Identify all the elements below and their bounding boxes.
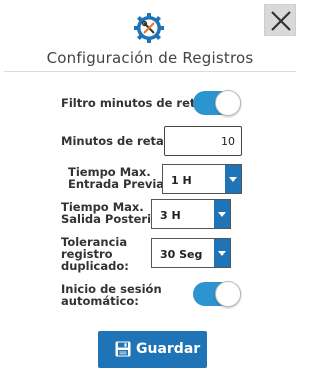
- tolerancia-value: 30 Seg: [160, 248, 203, 261]
- dialog-title: Configuración de Registros: [46, 49, 254, 67]
- close-icon: [271, 11, 291, 31]
- tiempo-entrada-select[interactable]: 1 H: [162, 164, 242, 194]
- gear-with-tools-icon: [134, 13, 164, 43]
- close-button[interactable]: [264, 4, 296, 36]
- toggle-knob: [215, 281, 241, 307]
- tiempo-entrada-label-line2: Entrada Previa :: [68, 177, 173, 191]
- chevron-down-icon: [214, 200, 230, 228]
- save-button[interactable]: Guardar: [98, 331, 207, 368]
- inicio-sesion-label-line2: automático:: [61, 294, 139, 308]
- filtro-minutos-toggle[interactable]: [193, 90, 241, 116]
- chevron-down-icon: [225, 165, 241, 193]
- inicio-sesion-toggle[interactable]: [193, 281, 241, 307]
- floppy-disk-icon: [115, 341, 131, 357]
- tolerancia-label-line3: duplicado:: [61, 259, 129, 273]
- title-divider: [4, 71, 296, 72]
- toggle-knob: [215, 90, 241, 116]
- chevron-down-icon: [214, 239, 230, 267]
- tiempo-salida-value: 3 H: [160, 209, 181, 222]
- minutos-retardo-input[interactable]: 10: [164, 126, 242, 156]
- tiempo-salida-select[interactable]: 3 H: [151, 199, 231, 229]
- tolerancia-select[interactable]: 30 Seg: [151, 238, 231, 268]
- tiempo-entrada-value: 1 H: [171, 174, 192, 187]
- save-button-label: Guardar: [136, 341, 201, 357]
